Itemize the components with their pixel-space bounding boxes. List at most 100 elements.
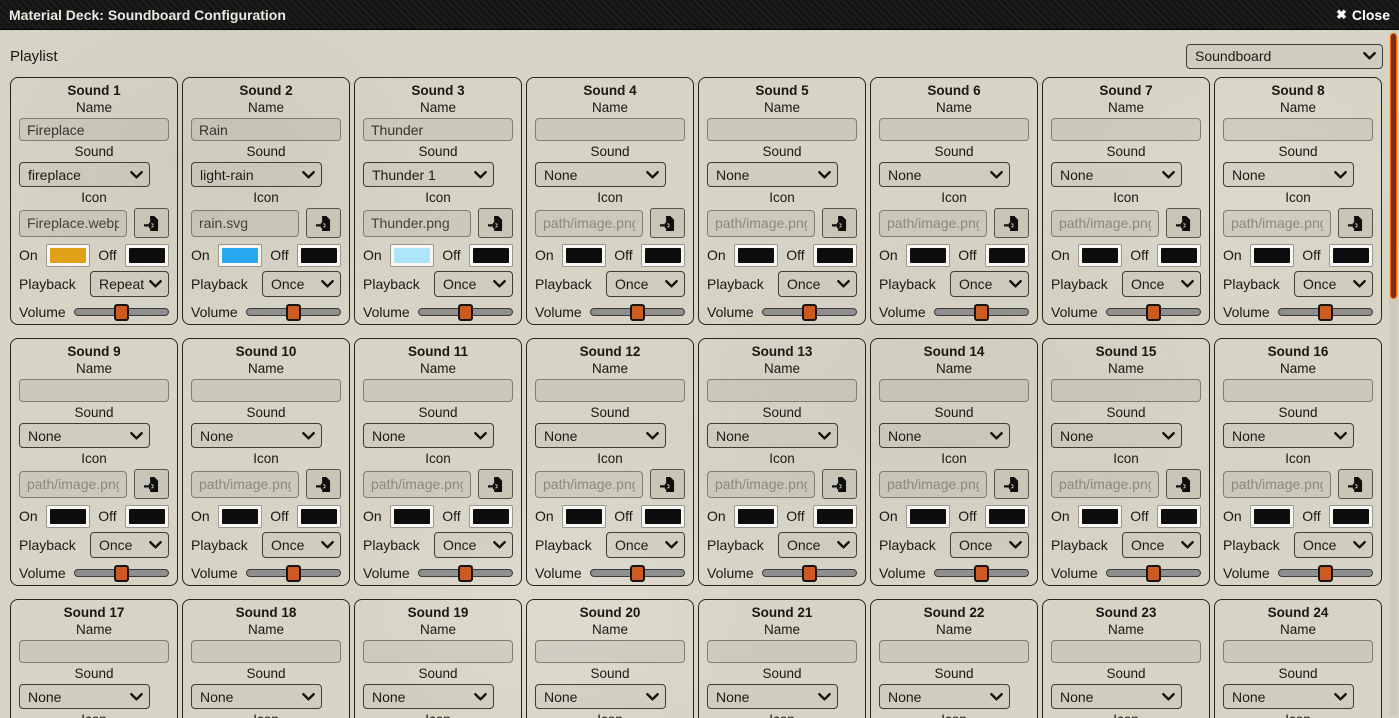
file-picker-button[interactable] (1166, 208, 1201, 238)
playback-select[interactable]: Once (1122, 532, 1201, 558)
volume-slider[interactable] (418, 303, 513, 321)
on-color-picker[interactable] (390, 505, 434, 528)
off-color-picker[interactable] (641, 244, 685, 267)
icon-path-input[interactable] (1051, 210, 1159, 237)
off-color-picker[interactable] (985, 505, 1029, 528)
off-color-picker[interactable] (469, 505, 513, 528)
volume-slider[interactable] (1278, 303, 1373, 321)
file-picker-button[interactable] (306, 469, 341, 499)
off-color-picker[interactable] (1329, 244, 1373, 267)
on-color-picker[interactable] (1250, 505, 1294, 528)
sound-name-input[interactable] (707, 118, 857, 141)
icon-path-input[interactable] (363, 471, 471, 498)
on-color-picker[interactable] (562, 505, 606, 528)
playback-select[interactable]: Once (262, 532, 341, 558)
sound-select[interactable]: None (1051, 684, 1182, 709)
sound-select[interactable]: None (707, 162, 838, 187)
sound-select[interactable]: None (1223, 423, 1354, 448)
file-picker-button[interactable] (994, 469, 1029, 499)
icon-path-input[interactable] (1223, 210, 1331, 237)
icon-path-input[interactable] (879, 210, 987, 237)
off-color-picker[interactable] (125, 505, 169, 528)
sound-name-input[interactable] (191, 379, 341, 402)
playback-select[interactable]: Once (950, 271, 1029, 297)
icon-path-input[interactable] (535, 210, 643, 237)
playback-select[interactable]: Once (778, 271, 857, 297)
sound-name-input[interactable] (707, 379, 857, 402)
off-color-picker[interactable] (1329, 505, 1373, 528)
on-color-picker[interactable] (390, 244, 434, 267)
off-color-picker[interactable] (1157, 244, 1201, 267)
file-picker-button[interactable] (1338, 469, 1373, 499)
playback-select[interactable]: Once (1122, 271, 1201, 297)
on-color-picker[interactable] (1078, 505, 1122, 528)
sound-name-input[interactable] (879, 118, 1029, 141)
sound-name-input[interactable] (191, 640, 341, 663)
sound-name-input[interactable] (879, 379, 1029, 402)
sound-select[interactable]: Thunder 1 (363, 162, 494, 187)
playback-select[interactable]: Once (434, 271, 513, 297)
icon-path-input[interactable] (363, 210, 471, 237)
on-color-picker[interactable] (1078, 244, 1122, 267)
playback-select[interactable]: Once (778, 532, 857, 558)
volume-slider[interactable] (246, 564, 341, 582)
sound-select[interactable]: None (879, 162, 1010, 187)
volume-slider[interactable] (762, 564, 857, 582)
file-picker-button[interactable] (134, 208, 169, 238)
sound-select[interactable]: None (19, 684, 150, 709)
sound-name-input[interactable] (1223, 379, 1373, 402)
sound-select[interactable]: None (707, 684, 838, 709)
sound-select[interactable]: None (363, 423, 494, 448)
file-picker-button[interactable] (478, 208, 513, 238)
file-picker-button[interactable] (822, 469, 857, 499)
icon-path-input[interactable] (1223, 471, 1331, 498)
sound-select[interactable]: None (707, 423, 838, 448)
sound-select[interactable]: None (535, 162, 666, 187)
sound-name-input[interactable] (1051, 640, 1201, 663)
sound-select[interactable]: fireplace (19, 162, 150, 187)
icon-path-input[interactable] (535, 471, 643, 498)
playback-select[interactable]: Once (1294, 271, 1373, 297)
volume-slider[interactable] (1106, 303, 1201, 321)
sound-name-input[interactable] (707, 640, 857, 663)
volume-slider[interactable] (762, 303, 857, 321)
off-color-picker[interactable] (469, 244, 513, 267)
sound-name-input[interactable] (535, 640, 685, 663)
off-color-picker[interactable] (297, 505, 341, 528)
playback-select[interactable]: Repeat (90, 271, 169, 297)
file-picker-button[interactable] (478, 469, 513, 499)
sound-select[interactable]: None (191, 423, 322, 448)
off-color-picker[interactable] (985, 244, 1029, 267)
on-color-picker[interactable] (906, 505, 950, 528)
icon-path-input[interactable] (707, 471, 815, 498)
on-color-picker[interactable] (218, 244, 262, 267)
sound-select[interactable]: None (879, 423, 1010, 448)
volume-slider[interactable] (246, 303, 341, 321)
playback-select[interactable]: Once (606, 532, 685, 558)
off-color-picker[interactable] (813, 244, 857, 267)
playback-select[interactable]: Once (434, 532, 513, 558)
off-color-picker[interactable] (813, 505, 857, 528)
file-picker-button[interactable] (650, 469, 685, 499)
sound-select[interactable]: None (363, 684, 494, 709)
sound-name-input[interactable] (191, 118, 341, 141)
sound-select[interactable]: None (535, 423, 666, 448)
icon-path-input[interactable] (191, 471, 299, 498)
on-color-picker[interactable] (218, 505, 262, 528)
sound-select[interactable]: None (1223, 684, 1354, 709)
file-picker-button[interactable] (650, 208, 685, 238)
on-color-picker[interactable] (562, 244, 606, 267)
sound-select[interactable]: None (19, 423, 150, 448)
sound-select[interactable]: None (191, 684, 322, 709)
sound-name-input[interactable] (1051, 118, 1201, 141)
sound-name-input[interactable] (19, 379, 169, 402)
volume-slider[interactable] (1106, 564, 1201, 582)
off-color-picker[interactable] (1157, 505, 1201, 528)
sound-name-input[interactable] (535, 118, 685, 141)
volume-slider[interactable] (74, 303, 169, 321)
sound-name-input[interactable] (363, 118, 513, 141)
sound-name-input[interactable] (19, 118, 169, 141)
on-color-picker[interactable] (906, 244, 950, 267)
volume-slider[interactable] (590, 564, 685, 582)
icon-path-input[interactable] (707, 210, 815, 237)
